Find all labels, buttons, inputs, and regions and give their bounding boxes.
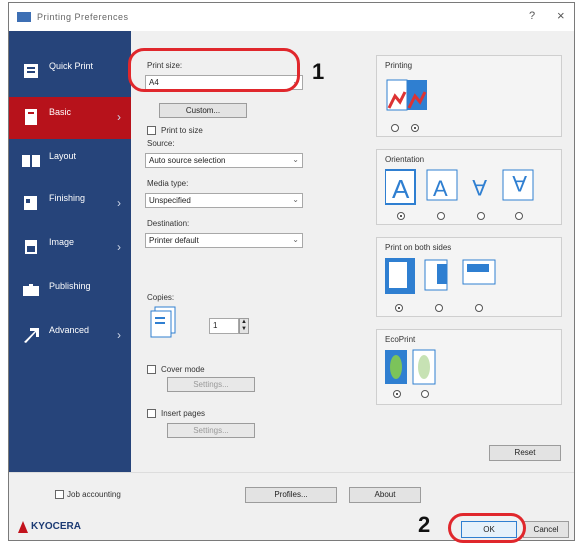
svg-text:A: A — [512, 171, 527, 196]
duplex-group: Print on both sides — [376, 237, 562, 317]
sidebar-item-label: Layout — [49, 151, 77, 161]
window-title: Printing Preferences — [37, 12, 129, 22]
orientation-radio-portrait[interactable] — [397, 212, 405, 220]
svg-text:A: A — [392, 174, 410, 204]
sidebar-item-label: Finishing — [49, 193, 86, 203]
source-value: Auto source selection — [149, 156, 226, 165]
publishing-icon — [23, 284, 39, 296]
advanced-arrow-icon — [24, 328, 39, 343]
callout-box-1 — [128, 48, 300, 92]
sidebar-item-publishing[interactable]: Publishing — [9, 271, 131, 313]
sidebar-item-image[interactable]: Image › — [9, 227, 131, 269]
chevron-down-icon: ⌄ — [292, 235, 299, 244]
chevron-down-icon: ⌄ — [292, 155, 299, 164]
layout-icon — [22, 155, 40, 167]
callout-number-1: 1 — [312, 59, 325, 84]
duplex-title: Print on both sides — [385, 243, 452, 252]
sidebar-item-advanced[interactable]: Advanced › — [9, 315, 131, 357]
chevron-right-icon: › — [117, 110, 121, 124]
insert-pages-checkbox[interactable] — [147, 409, 156, 418]
title-bar: Printing Preferences ? × — [9, 3, 574, 31]
close-button[interactable]: × — [557, 8, 565, 23]
sidebar-item-layout[interactable]: Layout — [9, 141, 131, 183]
media-type-select[interactable]: Unspecified ⌄ — [145, 193, 303, 208]
basic-settings-panel: Print size: A4 ⌄ Custom... Print to size… — [131, 31, 574, 472]
duplex-options-icon — [385, 258, 496, 294]
copies-value: 1 — [213, 321, 218, 330]
printer-app-icon — [17, 12, 31, 22]
duplex-radio-off[interactable] — [395, 304, 403, 312]
sidebar-item-label: Quick Print — [49, 61, 94, 71]
sidebar-item-finishing[interactable]: Finishing › — [9, 183, 131, 225]
svg-text:A: A — [472, 175, 487, 200]
copies-label: Copies: — [147, 293, 175, 302]
chevron-right-icon: › — [117, 196, 121, 210]
collate-pages-icon — [150, 306, 176, 338]
orientation-radio-rot-portrait[interactable] — [477, 212, 485, 220]
callout-number-2: 2 — [418, 512, 431, 537]
cancel-button[interactable]: Cancel — [523, 521, 569, 538]
quick-print-icon — [24, 64, 38, 78]
insert-settings-button[interactable]: Settings... — [167, 423, 255, 438]
sidebar-item-label: Image — [49, 237, 75, 247]
chevron-right-icon: › — [117, 328, 121, 342]
duplex-radio-long[interactable] — [435, 304, 443, 312]
cover-settings-button[interactable]: Settings... — [167, 377, 255, 392]
profiles-button[interactable]: Profiles... — [245, 487, 337, 503]
reset-button[interactable]: Reset — [489, 445, 561, 461]
ecoprint-leaf-icon — [385, 349, 436, 385]
duplex-radio-short[interactable] — [475, 304, 483, 312]
portrait-preview-icon — [386, 79, 427, 111]
about-button[interactable]: About — [349, 487, 421, 503]
finishing-icon — [24, 196, 37, 210]
insert-pages-label: Insert pages — [161, 409, 206, 418]
copies-stepper[interactable]: ▲ ▼ — [239, 318, 249, 334]
print-preview-group: Printing — [376, 55, 562, 137]
sidebar-item-quick-print[interactable]: Quick Print — [9, 51, 131, 93]
media-type-label: Media type: — [147, 179, 189, 188]
destination-select[interactable]: Printer default ⌄ — [145, 233, 303, 248]
ecoprint-group: EcoPrint — [376, 329, 562, 405]
orientation-group: Orientation A A A A — [376, 149, 562, 225]
media-type-value: Unspecified — [149, 196, 191, 205]
sidebar-item-label: Basic — [49, 107, 72, 117]
destination-label: Destination: — [147, 219, 190, 228]
basic-icon — [25, 109, 37, 125]
ecoprint-radio-on[interactable] — [393, 390, 401, 398]
job-accounting-checkbox[interactable] — [55, 490, 64, 499]
chevron-right-icon: › — [117, 240, 121, 254]
destination-value: Printer default — [149, 236, 199, 245]
orientation-radio-landscape[interactable] — [437, 212, 445, 220]
source-select[interactable]: Auto source selection ⌄ — [145, 153, 303, 168]
custom-size-button[interactable]: Custom... — [159, 103, 247, 118]
help-button[interactable]: ? — [529, 10, 535, 22]
sidebar-item-basic[interactable]: Basic › — [9, 97, 131, 139]
orientation-radio-rot-landscape[interactable] — [515, 212, 523, 220]
job-accounting-label: Job accounting — [67, 490, 121, 499]
sidebar-item-label: Advanced — [49, 325, 90, 335]
sidebar-item-label: Publishing — [49, 281, 91, 291]
kyocera-logo-icon — [18, 521, 28, 533]
print-to-size-checkbox[interactable] — [147, 126, 156, 135]
group-title: EcoPrint — [385, 335, 416, 344]
brand-name: KYOCERA — [31, 521, 82, 532]
orientation-options-icon: A A A A — [385, 169, 534, 205]
copies-input[interactable]: 1 — [209, 318, 239, 334]
callout-box-2 — [448, 513, 526, 543]
svg-text:A: A — [433, 176, 448, 201]
preview-radio-2[interactable] — [411, 124, 419, 132]
print-to-size-label: Print to size — [161, 126, 203, 135]
ecoprint-radio-off[interactable] — [421, 390, 429, 398]
source-label: Source: — [147, 139, 175, 148]
group-title: Printing — [385, 61, 413, 70]
sidebar: Quick Print Basic › Layout Finishing › I… — [9, 31, 131, 472]
image-icon — [25, 240, 37, 254]
orientation-title: Orientation — [385, 155, 425, 164]
cover-mode-checkbox[interactable] — [147, 365, 156, 374]
cover-mode-label: Cover mode — [161, 365, 205, 374]
preview-radio-1[interactable] — [391, 124, 399, 132]
chevron-down-icon: ⌄ — [292, 195, 299, 204]
